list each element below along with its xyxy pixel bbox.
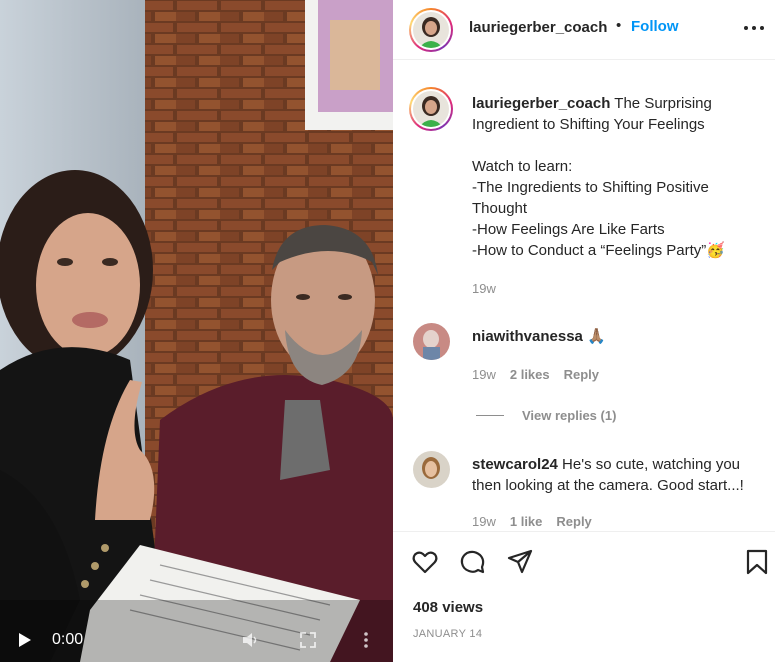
caption-username[interactable]: lauriegerber_coach [472,95,610,112]
caption-time[interactable]: 19w [472,281,496,296]
separator-dot: • [616,17,622,34]
views-count[interactable]: 408 views [413,599,483,616]
view-replies-button[interactable]: View replies (1) [476,408,616,423]
view-replies-label: View replies (1) [522,408,617,423]
comment-icon[interactable] [459,548,487,576]
caption-text: The Surprising Ingredient to Shifting Yo… [472,95,725,259]
replies-line [476,415,504,416]
more-icon[interactable] [356,630,376,650]
post-date[interactable]: JANUARY 14 [413,628,482,640]
comments-scroll[interactable]: lauriegerber_coach The Surprising Ingred… [393,61,775,531]
comment-likes[interactable]: 2 likes [510,367,550,382]
video-controls: 0:00 [0,618,393,662]
post-header: lauriegerber_coach • Follow [393,0,775,60]
heart-icon[interactable] [411,548,439,576]
bookmark-icon[interactable] [743,548,771,576]
comment-time[interactable]: 19w [472,367,496,382]
commenter-avatar-image [413,323,450,360]
reply-button[interactable]: Reply [556,514,591,529]
comment-meta: 19w 2 likes Reply [472,367,599,382]
reply-button[interactable]: Reply [564,367,599,382]
commenter-avatar[interactable] [413,323,450,360]
comment-text: niawithvanessa 🙏🏽 [472,326,772,347]
video-time: 0:00 [52,631,84,648]
comment-text: stewcarol24 He's so cute, watching you t… [472,454,772,496]
follow-button[interactable]: Follow [631,18,679,35]
post-panel: lauriegerber_coach • Follow lauriegerber… [393,0,775,662]
commenter-avatar[interactable] [413,451,450,488]
author-avatar[interactable] [409,8,453,52]
fullscreen-icon[interactable] [298,630,318,650]
comment-body: 🙏🏽 [582,328,606,345]
comment-time[interactable]: 19w [472,514,496,529]
author-avatar-image [413,12,449,48]
post-actions: 408 views JANUARY 14 [393,531,775,662]
author-username[interactable]: lauriegerber_coach [469,19,607,36]
post-caption: lauriegerber_coach The Surprising Ingred… [472,93,767,261]
caption-avatar-image [413,91,449,127]
caption-avatar[interactable] [409,87,453,131]
video-frame [0,0,393,662]
more-horizontal-icon[interactable] [743,22,765,34]
comment-username[interactable]: niawithvanessa [472,328,583,345]
comment-likes[interactable]: 1 like [510,514,543,529]
share-icon[interactable] [506,548,534,576]
video-player[interactable]: 0:00 [0,0,393,662]
comment-username[interactable]: stewcarol24 [472,456,558,473]
volume-icon[interactable] [240,630,260,650]
play-icon[interactable] [18,632,32,648]
comment-meta: 19w 1 like Reply [472,514,592,529]
commenter-avatar-image [413,451,450,488]
